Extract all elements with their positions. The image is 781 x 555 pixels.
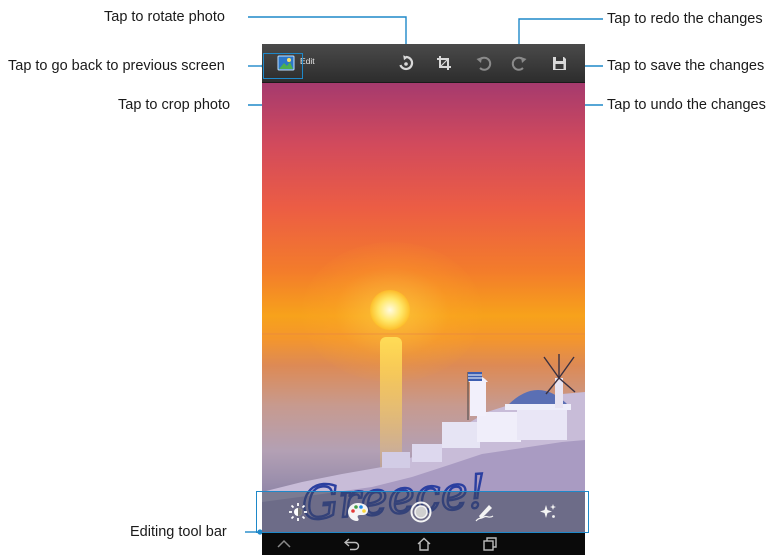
effects-icon <box>540 504 556 518</box>
draw-tool[interactable] <box>465 492 505 532</box>
back-callout: Tap to go back to previous screen <box>8 58 225 74</box>
undo-button[interactable] <box>472 44 496 82</box>
frame-icon <box>410 501 432 523</box>
home-nav-icon <box>417 537 431 551</box>
undo-callout: Tap to undo the changes <box>607 97 766 113</box>
rotate-callout: Tap to rotate photo <box>104 9 225 25</box>
save-button[interactable] <box>547 44 571 82</box>
save-callout: Tap to save the changes <box>607 58 765 74</box>
effects-tool[interactable] <box>528 492 568 532</box>
app-bar: Edit <box>262 44 585 83</box>
rotate-icon <box>399 55 414 71</box>
toolbar-callout: Editing tool bar <box>130 524 227 540</box>
redo-button[interactable] <box>507 44 531 82</box>
pen-icon <box>475 505 494 522</box>
crop-button[interactable] <box>432 44 456 82</box>
back-button[interactable] <box>274 44 298 82</box>
brightness-icon <box>289 503 307 521</box>
palette-icon <box>348 503 368 521</box>
crop-icon <box>437 56 451 70</box>
redo-callout: Tap to redo the changes <box>607 11 763 27</box>
recents-nav-button[interactable] <box>478 532 502 555</box>
save-icon <box>552 56 566 70</box>
collapse-nav-button[interactable] <box>274 532 294 555</box>
system-nav-bar <box>262 532 585 555</box>
photo-canvas[interactable]: Greece! <box>262 82 585 532</box>
home-nav-button[interactable] <box>412 532 436 555</box>
color-tool[interactable] <box>338 492 378 532</box>
back-nav-icon <box>344 537 360 550</box>
crop-callout: Tap to crop photo <box>118 97 231 113</box>
screen-title: Edit <box>300 56 315 66</box>
back-nav-button[interactable] <box>340 532 364 555</box>
frame-tool[interactable] <box>401 492 441 532</box>
undo-icon <box>476 56 492 71</box>
redo-icon <box>511 56 527 71</box>
gallery-thumb-icon <box>277 55 295 71</box>
handwriting-greece: Greece! <box>299 463 489 532</box>
chevron-up-icon <box>277 539 291 548</box>
rotate-button[interactable] <box>394 44 418 82</box>
device-screen: Greece! Edit <box>262 44 585 555</box>
editing-toolbar <box>262 492 585 532</box>
brightness-tool[interactable] <box>278 492 318 532</box>
recents-nav-icon <box>483 536 497 551</box>
